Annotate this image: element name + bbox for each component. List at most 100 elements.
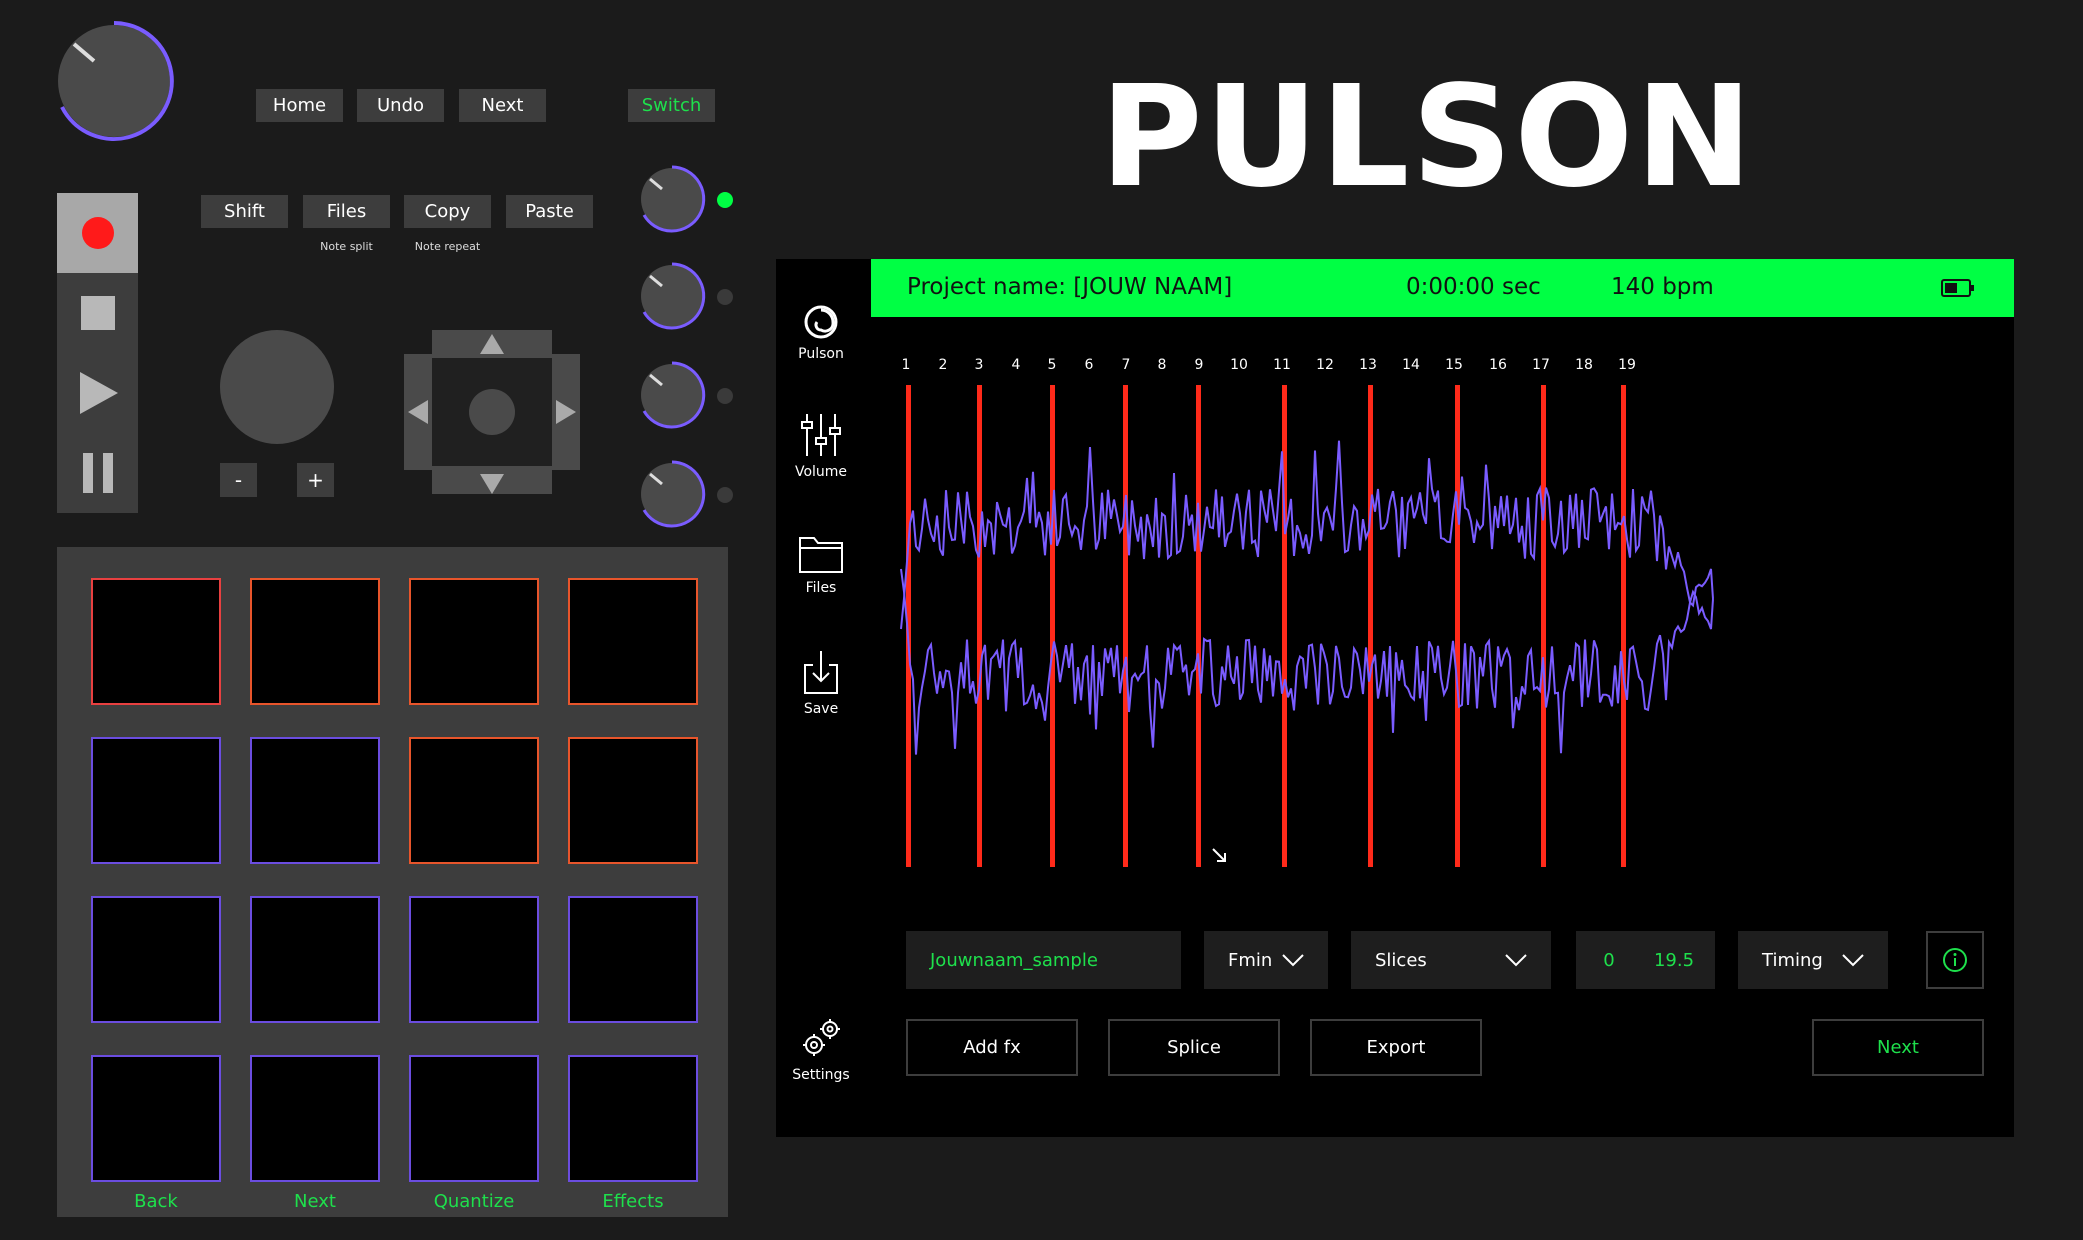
pad-1[interactable]: [91, 578, 221, 705]
pad-14[interactable]: [250, 1055, 380, 1182]
record-button[interactable]: [57, 193, 138, 273]
pad-15[interactable]: [409, 1055, 539, 1182]
sidebar-item-volume[interactable]: Volume: [776, 412, 866, 480]
pad-13[interactable]: [91, 1055, 221, 1182]
slice-number-label: 17: [1532, 357, 1550, 373]
status-bar: Project name: [JOUW NAAM] 0:00:00 sec 14…: [871, 259, 2014, 317]
files-sublabel: Note split: [320, 240, 373, 253]
sidebar-item-pulson[interactable]: Pulson: [776, 304, 866, 362]
led-4-icon: [717, 487, 733, 503]
slice-number-label: 19: [1618, 357, 1636, 373]
add-fx-button[interactable]: Add fx: [906, 1019, 1078, 1076]
mode-dropdown[interactable]: Slices: [1351, 931, 1551, 989]
pad-label-quantize: Quantize: [433, 1191, 515, 1212]
knob-2[interactable]: [636, 260, 708, 332]
master-knob[interactable]: [50, 17, 178, 145]
shift-button[interactable]: Shift: [201, 195, 288, 228]
slice-marker[interactable]: [1123, 385, 1128, 867]
settings-gears-icon: [803, 1019, 840, 1056]
slice-number-label: 15: [1445, 357, 1463, 373]
copy-sublabel: Note repeat: [414, 240, 481, 253]
switch-button[interactable]: Switch: [628, 89, 715, 122]
end-value-field[interactable]: 19.5: [1633, 931, 1715, 989]
sidebar-label-pulson: Pulson: [798, 346, 844, 362]
slice-marker[interactable]: [1196, 385, 1201, 867]
pad-3[interactable]: [409, 578, 539, 705]
info-icon: [1943, 948, 1967, 972]
play-button[interactable]: [57, 353, 138, 433]
pad-11[interactable]: [409, 896, 539, 1023]
pad-16[interactable]: [568, 1055, 698, 1182]
timing-value: Timing: [1762, 949, 1823, 971]
plus-button[interactable]: +: [297, 463, 334, 497]
pad-10[interactable]: [250, 896, 380, 1023]
sidebar-item-save[interactable]: Save: [776, 649, 866, 717]
led-3-icon: [717, 388, 733, 404]
info-button[interactable]: [1926, 931, 1984, 989]
home-button[interactable]: Home: [256, 89, 343, 122]
transport-panel: [57, 193, 138, 513]
sidebar-item-settings[interactable]: Settings: [776, 1017, 866, 1083]
paste-button[interactable]: Paste: [506, 195, 593, 228]
slice-number-label: 7: [1122, 357, 1131, 373]
slice-number-label: 5: [1048, 357, 1057, 373]
knob-1[interactable]: [636, 163, 708, 235]
pad-12[interactable]: [568, 896, 698, 1023]
slice-marker[interactable]: [1455, 385, 1460, 867]
mixer-sliders-icon: [801, 414, 841, 456]
slice-number-label: 9: [1195, 357, 1204, 373]
timing-dropdown[interactable]: Timing: [1738, 931, 1888, 989]
chevron-down-icon: [1282, 954, 1304, 967]
slice-marker[interactable]: [1050, 385, 1055, 867]
splice-button[interactable]: Splice: [1108, 1019, 1280, 1076]
slice-marker[interactable]: [977, 385, 982, 867]
pad-7[interactable]: [409, 737, 539, 864]
pad-8[interactable]: [568, 737, 698, 864]
project-name: Project name: [JOUW NAAM]: [907, 274, 1233, 300]
waveform-view[interactable]: 1 2 3 4 5 6 7 8 9 10 11 12 13 14 15 16 17 18 19: [871, 339, 2014, 879]
pad-4[interactable]: [568, 578, 698, 705]
slice-number-label: 16: [1489, 357, 1507, 373]
next-screen-button[interactable]: Next: [1812, 1019, 1984, 1076]
minus-button[interactable]: -: [220, 463, 257, 497]
files-button[interactable]: Files: [303, 195, 390, 228]
slice-number-label: 8: [1158, 357, 1167, 373]
slice-marker[interactable]: [1541, 385, 1546, 867]
pad-5[interactable]: [91, 737, 221, 864]
pulson-logo: PULSON: [1100, 56, 1755, 219]
export-button[interactable]: Export: [1310, 1019, 1482, 1076]
slice-number-label: 10: [1230, 357, 1248, 373]
pause-icon: [82, 453, 113, 493]
knob-3[interactable]: [636, 359, 708, 431]
slice-marker[interactable]: [1368, 385, 1373, 867]
pad-6[interactable]: [250, 737, 380, 864]
pause-button[interactable]: [57, 433, 138, 513]
time-display: 0:00:00 sec: [1406, 274, 1541, 300]
copy-button[interactable]: Copy: [404, 195, 491, 228]
bpm-display: 140 bpm: [1611, 274, 1714, 300]
sampler-screen: Project name: [JOUW NAAM] 0:00:00 sec 14…: [776, 259, 2014, 1137]
pad-2[interactable]: [250, 578, 380, 705]
undo-button[interactable]: Undo: [357, 89, 444, 122]
sidebar-item-files[interactable]: Files: [776, 534, 866, 596]
jog-wheel[interactable]: [220, 330, 334, 444]
slice-marker[interactable]: [1621, 385, 1626, 867]
sample-name-field[interactable]: Jouwnaam_sample: [906, 931, 1181, 989]
pad-label-back: Back: [134, 1191, 178, 1212]
slice-number-label: 11: [1273, 357, 1291, 373]
stop-icon: [80, 296, 115, 330]
slice-number-label: 13: [1359, 357, 1377, 373]
key-dropdown[interactable]: Fmin: [1204, 931, 1328, 989]
folder-icon: [799, 537, 843, 573]
sidebar-label-files: Files: [805, 580, 837, 596]
next-button[interactable]: Next: [459, 89, 546, 122]
slice-number-label: 2: [939, 357, 948, 373]
chevron-down-icon: [1505, 954, 1527, 967]
pad-9[interactable]: [91, 896, 221, 1023]
slice-number-label: 6: [1085, 357, 1094, 373]
d-pad[interactable]: [404, 330, 580, 494]
slice-number-label: 4: [1012, 357, 1021, 373]
knob-4[interactable]: [636, 458, 708, 530]
pad-label-effects: Effects: [602, 1191, 664, 1212]
stop-button[interactable]: [57, 273, 138, 353]
